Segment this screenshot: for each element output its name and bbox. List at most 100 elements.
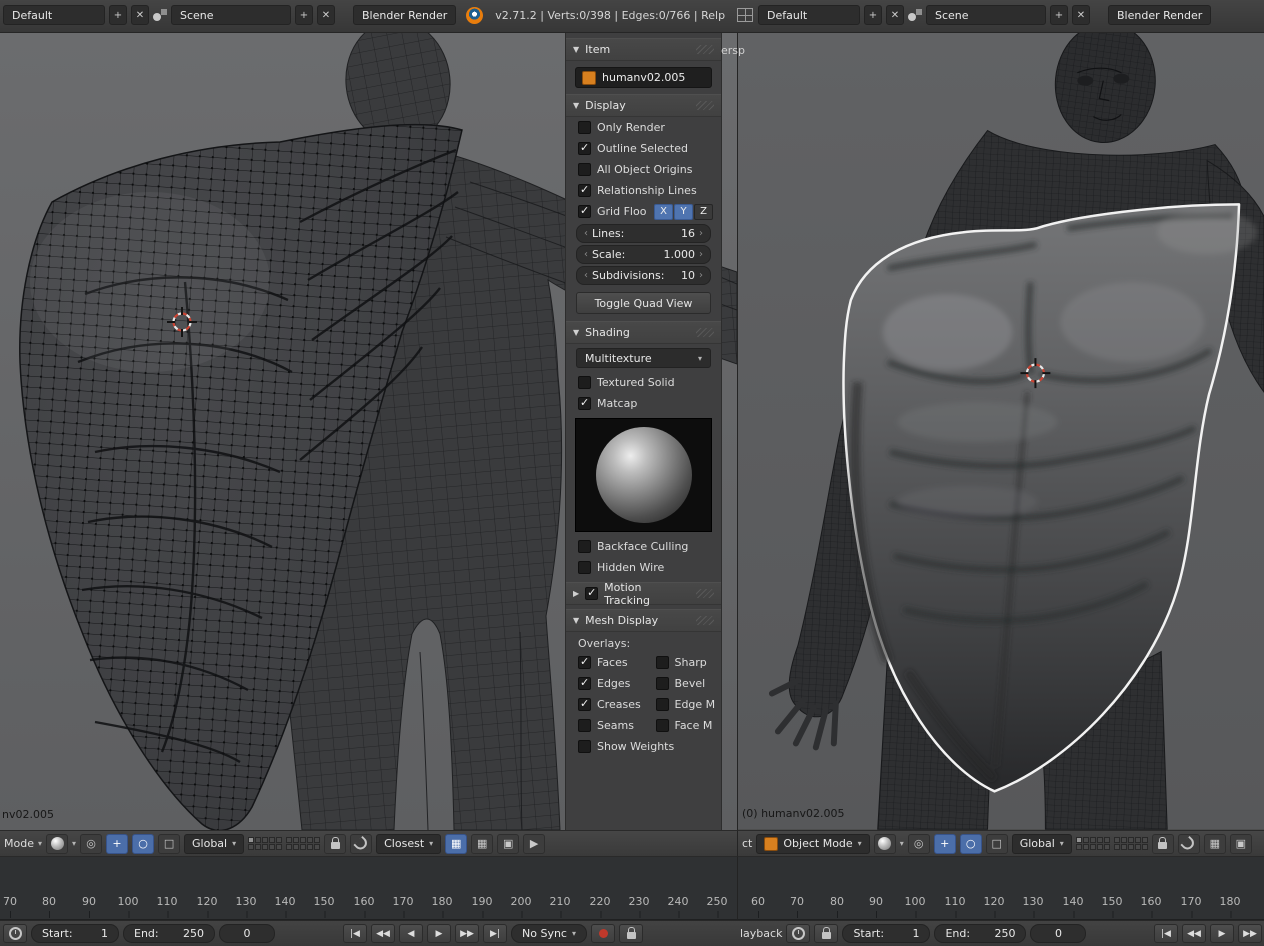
add-layout-button[interactable]: +: [109, 5, 127, 25]
snap-toggle-button[interactable]: [350, 833, 373, 854]
next-keyframe-button[interactable]: ▶▶: [1238, 924, 1262, 943]
layers-widget[interactable]: [248, 837, 321, 850]
editor-type-button[interactable]: [786, 924, 811, 943]
pivot-center-dropdown[interactable]: ◎: [80, 833, 103, 854]
transform-orientation-dropdown[interactable]: Global ▾: [184, 833, 245, 854]
checkbox-matcap[interactable]: Matcap: [566, 393, 721, 414]
stepper-right-icon[interactable]: ›: [699, 228, 703, 239]
transform-orientation-dropdown[interactable]: Global ▾: [1011, 833, 1072, 854]
right-3d-viewport[interactable]: [737, 32, 1264, 830]
scene-selector[interactable]: Scene: [171, 5, 291, 25]
panel-grip[interactable]: [696, 616, 714, 625]
manipulator-rotate-button[interactable]: ○: [959, 833, 982, 854]
mode-dropdown-partial[interactable]: Mode: [4, 837, 34, 850]
checkbox-bevel[interactable]: Bevel: [644, 673, 722, 694]
checkbox-box[interactable]: [585, 586, 599, 600]
play-button[interactable]: ▶: [1210, 924, 1234, 943]
checkbox-textured-solid[interactable]: Textured Solid: [566, 372, 721, 393]
end-frame-field[interactable]: End: 250: [123, 924, 215, 943]
start-frame-field[interactable]: Start: 1: [842, 924, 931, 943]
playback-menu-partial[interactable]: layback: [740, 927, 782, 940]
panel-header-mesh-display[interactable]: ▼ Mesh Display: [566, 609, 721, 632]
checkbox-backface-culling[interactable]: Backface Culling: [566, 536, 721, 557]
checkbox-edge-marks[interactable]: Edge M: [644, 694, 722, 715]
manipulator-translate-button[interactable]: +: [933, 833, 956, 854]
toggle-quad-view-button[interactable]: Toggle Quad View: [576, 292, 711, 314]
record-button[interactable]: [591, 924, 615, 943]
prev-keyframe-button[interactable]: ◀◀: [1182, 924, 1206, 943]
render-engine-selector[interactable]: Blender Render: [353, 5, 457, 25]
add-scene-button[interactable]: +: [1050, 5, 1068, 25]
axis-x-toggle[interactable]: X: [654, 203, 673, 220]
panel-header-shading[interactable]: ▼ Shading: [566, 321, 721, 344]
checkbox-relationship-lines[interactable]: Relationship Lines: [566, 180, 721, 201]
axis-z-toggle[interactable]: Z: [694, 203, 713, 220]
panel-header-motion-tracking[interactable]: ▶ Motion Tracking: [566, 581, 721, 607]
lines-field[interactable]: ‹ Lines: 16 ›: [576, 224, 711, 243]
matcap-preview[interactable]: [575, 418, 712, 532]
snap-target-dropdown[interactable]: Closest ▾: [376, 833, 442, 854]
snap-element-button[interactable]: ▦: [445, 833, 468, 854]
panel-header-display[interactable]: ▼ Display: [566, 94, 721, 117]
jump-to-start-button[interactable]: |◀: [343, 924, 367, 943]
checkbox-seams[interactable]: Seams: [566, 715, 644, 736]
scale-field[interactable]: ‹ Scale: 1.000 ›: [576, 245, 711, 264]
checkbox-hidden-wire[interactable]: Hidden Wire: [566, 557, 721, 578]
panel-header-item[interactable]: ▼ Item: [566, 38, 721, 61]
lock-to-scene-button[interactable]: [1151, 833, 1174, 854]
stepper-left-icon[interactable]: ‹: [584, 249, 588, 260]
start-frame-field[interactable]: Start: 1: [31, 924, 119, 943]
next-keyframe-button[interactable]: ▶▶: [455, 924, 479, 943]
timeline-ruler-left[interactable]: 70 80 90 100 110 120 130 140 150 160 170…: [0, 857, 737, 920]
panel-grip[interactable]: [696, 101, 714, 110]
end-frame-field[interactable]: End: 250: [934, 924, 1027, 943]
opengl-render-anim-button[interactable]: ▶: [523, 833, 546, 854]
layers-widget[interactable]: [1075, 837, 1148, 850]
current-frame-field[interactable]: 0: [1030, 924, 1087, 943]
current-frame-field[interactable]: 0: [219, 924, 275, 943]
panel-grip[interactable]: [696, 589, 714, 598]
prev-keyframe-button[interactable]: ◀◀: [371, 924, 395, 943]
stepper-left-icon[interactable]: ‹: [584, 228, 588, 239]
stepper-right-icon[interactable]: ›: [699, 249, 703, 260]
checkbox-edges[interactable]: Edges: [566, 673, 644, 694]
stepper-left-icon[interactable]: ‹: [584, 270, 588, 281]
snap-peel-button[interactable]: ▦: [471, 833, 494, 854]
window-grid-icon[interactable]: [737, 8, 754, 22]
manipulator-translate-button[interactable]: +: [106, 833, 129, 854]
mode-dropdown[interactable]: Object Mode ▾: [756, 833, 870, 854]
viewport-shading-dropdown[interactable]: [873, 833, 896, 854]
subdivisions-field[interactable]: ‹ Subdivisions: 10 ›: [576, 266, 711, 285]
viewport-shading-dropdown[interactable]: [46, 833, 68, 854]
checkbox-creases[interactable]: Creases: [566, 694, 644, 715]
jump-to-start-button[interactable]: |◀: [1154, 924, 1178, 943]
panel-grip[interactable]: [696, 45, 714, 54]
checkbox-only-render[interactable]: Only Render: [566, 117, 721, 138]
checkbox-grid-floor[interactable]: Grid Floo X Y Z: [566, 201, 721, 222]
editor-type-button[interactable]: [3, 924, 27, 943]
axis-y-toggle[interactable]: Y: [674, 203, 693, 220]
object-name-field[interactable]: humanv02.005: [575, 67, 712, 88]
timeline-ruler-right[interactable]: 60 70 80 90 100 110 120 130 140 150 160 …: [737, 857, 1264, 920]
manipulator-rotate-button[interactable]: ○: [132, 833, 155, 854]
play-button[interactable]: ▶: [427, 924, 451, 943]
lock-to-scene-button[interactable]: [324, 833, 347, 854]
object-menu-partial[interactable]: ct: [742, 837, 752, 850]
screen-layout-selector[interactable]: Default: [758, 5, 860, 25]
snap-element-button[interactable]: ▦: [1203, 833, 1226, 854]
add-layout-button[interactable]: +: [864, 5, 882, 25]
pivot-center-dropdown[interactable]: ◎: [907, 833, 930, 854]
shading-mode-dropdown[interactable]: Multitexture ▾: [576, 348, 711, 368]
opengl-render-button[interactable]: ▣: [1229, 833, 1252, 854]
panel-grip[interactable]: [696, 328, 714, 337]
render-engine-selector[interactable]: Blender Render: [1108, 5, 1212, 25]
checkbox-faces[interactable]: Faces: [566, 652, 644, 673]
play-reverse-button[interactable]: ◀: [399, 924, 423, 943]
scene-selector[interactable]: Scene: [926, 5, 1046, 25]
close-layout-button[interactable]: ✕: [886, 5, 904, 25]
stepper-right-icon[interactable]: ›: [699, 270, 703, 281]
checkbox-show-weights[interactable]: Show Weights: [566, 736, 721, 757]
sync-dropdown[interactable]: No Sync ▾: [511, 924, 587, 943]
manipulator-scale-button[interactable]: □: [985, 833, 1008, 854]
manipulator-scale-button[interactable]: □: [158, 833, 181, 854]
